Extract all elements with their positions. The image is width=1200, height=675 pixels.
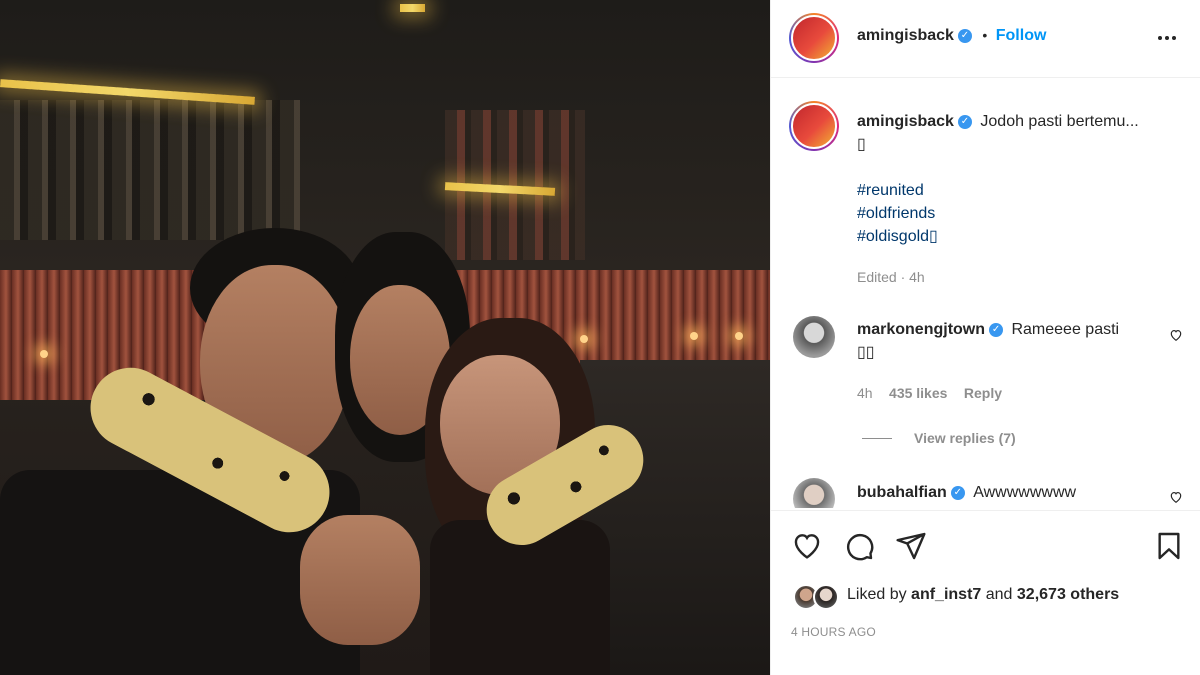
reply-button[interactable]: Reply [964,385,1002,401]
verified-badge-icon: ✓ [989,322,1004,337]
comment-text: Rameeee pasti [1011,321,1120,338]
verified-badge-icon: ✓ [957,114,972,129]
liker-avatar[interactable] [813,584,839,610]
comment-username[interactable]: markonengjtown [857,321,985,338]
comment-icon[interactable] [843,530,875,562]
author-username[interactable]: amingisback [857,27,954,44]
candle [40,350,48,358]
header-divider [771,77,1200,78]
comment-likes[interactable]: 435 likes [889,385,947,401]
verified-badge-icon: ✓ [950,485,965,500]
caption-username[interactable]: amingisback [857,113,954,130]
more-options-icon[interactable] [1155,26,1179,50]
candle [735,332,743,340]
candle [690,332,698,340]
comment-like-heart-icon[interactable] [1169,328,1183,342]
comment-time: 4h [857,385,873,401]
comment: bubahalfian ✓ Awwwwwwww [857,481,1157,504]
author-avatar[interactable] [789,13,839,63]
verified-badge-icon: ✓ [957,28,972,43]
caption-emoji: ▯ [857,136,866,153]
hashtag-link[interactable]: #oldisgold▯ [857,225,1177,248]
ceiling-light [400,4,425,12]
hashtag-link[interactable]: #reunited [857,179,1177,202]
likes-suffix: and [985,586,1013,603]
commenter-avatar[interactable] [793,316,835,358]
view-replies-line [862,438,892,439]
comment-like-heart-icon[interactable] [1169,490,1183,504]
follow-button[interactable]: Follow [996,27,1047,44]
actions-divider [771,510,1200,511]
candle [580,335,588,343]
hashtag-link[interactable]: #oldfriends [857,202,1177,225]
post-header-user: amingisback ✓ • Follow [857,27,1046,45]
caption-avatar[interactable] [789,101,839,151]
likes-summary: Liked by anf_inst7 and 32,673 others [847,586,1119,604]
caption: amingisback ✓ Jodoh pasti bertemu... ▯ #r… [857,110,1177,289]
hand [300,515,420,645]
bar-shelf-bottles [0,100,300,240]
bookmark-icon[interactable] [1153,530,1185,562]
comment-meta: 4h 435 likes Reply [857,385,1002,403]
comment-emoji: ▯▯ [857,344,875,361]
post-timestamp[interactable]: 4 HOURS AGO [791,625,876,639]
liker-username[interactable]: anf_inst7 [911,586,981,603]
caption-meta: Edited · 4h [857,269,925,285]
post-side-panel: amingisback ✓ • Follow amingisback ✓ Jodoh… [770,0,1200,675]
likes-prefix: Liked by [847,586,907,603]
header-separator: • [982,27,988,43]
comment: markonengjtown ✓ Rameeee pasti ▯▯ [857,318,1157,364]
share-icon[interactable] [895,530,927,562]
post-photo[interactable] [0,0,770,675]
like-heart-icon[interactable] [791,530,823,562]
caption-text: Jodoh pasti bertemu... [980,113,1139,130]
likes-others[interactable]: 32,673 others [1017,586,1119,603]
comment-text: Awwwwwwww [973,484,1077,501]
comment-username[interactable]: bubahalfian [857,484,947,501]
view-replies-button[interactable]: View replies (7) [914,430,1016,446]
